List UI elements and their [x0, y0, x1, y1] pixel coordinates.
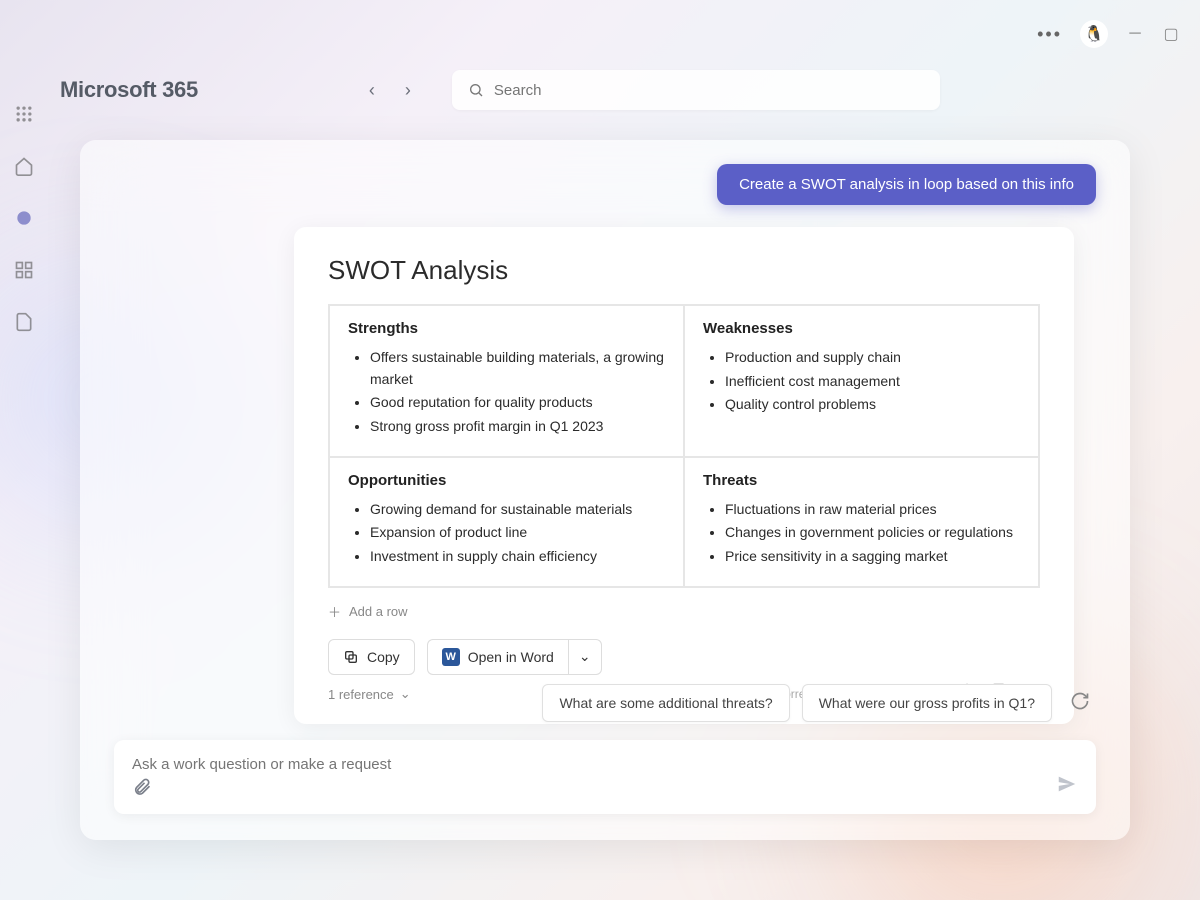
- list-item: Production and supply chain: [725, 347, 1020, 369]
- chevron-down-icon: ⌄: [579, 648, 591, 665]
- list-item: Offers sustainable building materials, a…: [370, 347, 665, 390]
- references-toggle[interactable]: 1 reference ⌄: [328, 686, 411, 702]
- add-row-label: Add a row: [349, 604, 408, 619]
- list-item: Changes in government policies or regula…: [725, 522, 1020, 544]
- refresh-icon: [1070, 691, 1090, 711]
- list-item: Strong gross profit margin in Q1 2023: [370, 416, 665, 438]
- swot-heading: Strengths: [348, 320, 665, 337]
- compose-box[interactable]: [114, 740, 1096, 814]
- suggestion-row: What are some additional threats? What w…: [542, 684, 1096, 722]
- list-item: Quality control problems: [725, 394, 1020, 416]
- swot-opportunities-cell: Opportunities Growing demand for sustain…: [329, 457, 684, 587]
- search-input[interactable]: [494, 82, 924, 99]
- list-item: Fluctuations in raw material prices: [725, 499, 1020, 521]
- swot-threats-cell: Threats Fluctuations in raw material pri…: [684, 457, 1039, 587]
- left-rail: [0, 100, 48, 336]
- window-chrome: ••• 🐧 ─ ▢: [1037, 20, 1180, 48]
- plus-icon: ＋: [328, 602, 341, 621]
- nav-forward-button[interactable]: ›: [394, 76, 422, 104]
- swot-weaknesses-cell: Weaknesses Production and supply chain I…: [684, 305, 1039, 457]
- app-launcher-icon[interactable]: [10, 100, 38, 128]
- more-options-icon[interactable]: •••: [1037, 24, 1062, 45]
- window-maximize-icon[interactable]: ▢: [1162, 25, 1180, 43]
- copy-button[interactable]: Copy: [328, 639, 415, 675]
- compose-input[interactable]: [132, 756, 1078, 773]
- rail-apps-icon[interactable]: [10, 256, 38, 284]
- brand-title: Microsoft 365: [60, 77, 198, 103]
- open-in-word-button[interactable]: W Open in Word ⌄: [427, 639, 602, 675]
- rail-home-icon[interactable]: [10, 152, 38, 180]
- rail-files-icon[interactable]: [10, 308, 38, 336]
- rail-copilot-icon[interactable]: [10, 204, 38, 232]
- word-icon: W: [442, 648, 460, 666]
- references-label: 1 reference: [328, 687, 394, 702]
- send-button[interactable]: [1056, 773, 1078, 800]
- top-bar: Microsoft 365 ‹ ›: [60, 70, 940, 110]
- chevron-down-icon: ⌄: [400, 686, 411, 702]
- open-word-main[interactable]: W Open in Word: [427, 639, 568, 675]
- list-item: Price sensitivity in a sagging market: [725, 546, 1020, 568]
- ai-response-card: SWOT Analysis Strengths Offers sustainab…: [294, 227, 1074, 724]
- suggestion-chip[interactable]: What are some additional threats?: [542, 684, 789, 722]
- nav-back-button[interactable]: ‹: [358, 76, 386, 104]
- nav-arrows: ‹ ›: [358, 76, 422, 104]
- copy-label: Copy: [367, 649, 400, 665]
- search-icon: [468, 82, 484, 98]
- card-title: SWOT Analysis: [328, 255, 1040, 286]
- swot-heading: Threats: [703, 472, 1020, 489]
- window-minimize-icon[interactable]: ─: [1126, 25, 1144, 43]
- chat-panel: Create a SWOT analysis in loop based on …: [80, 140, 1130, 840]
- copy-icon: [343, 649, 359, 665]
- search-box[interactable]: [452, 70, 940, 110]
- paperclip-icon: [132, 777, 152, 797]
- open-word-label: Open in Word: [468, 649, 554, 665]
- list-item: Expansion of product line: [370, 522, 665, 544]
- refresh-suggestions-button[interactable]: [1064, 685, 1096, 722]
- swot-heading: Opportunities: [348, 472, 665, 489]
- add-row-button[interactable]: ＋ Add a row: [328, 602, 1040, 621]
- list-item: Inefficient cost management: [725, 371, 1020, 393]
- swot-table: Strengths Offers sustainable building ma…: [328, 304, 1040, 588]
- user-message-bubble: Create a SWOT analysis in loop based on …: [717, 164, 1096, 205]
- list-item: Good reputation for quality products: [370, 392, 665, 414]
- open-word-dropdown-button[interactable]: ⌄: [568, 639, 602, 675]
- swot-strengths-cell: Strengths Offers sustainable building ma…: [329, 305, 684, 457]
- list-item: Investment in supply chain efficiency: [370, 546, 665, 568]
- card-actions: Copy W Open in Word ⌄: [328, 639, 1040, 675]
- swot-heading: Weaknesses: [703, 320, 1020, 337]
- send-icon: [1056, 773, 1078, 795]
- list-item: Growing demand for sustainable materials: [370, 499, 665, 521]
- suggestion-chip[interactable]: What were our gross profits in Q1?: [802, 684, 1052, 722]
- attach-button[interactable]: [132, 777, 152, 802]
- avatar[interactable]: 🐧: [1080, 20, 1108, 48]
